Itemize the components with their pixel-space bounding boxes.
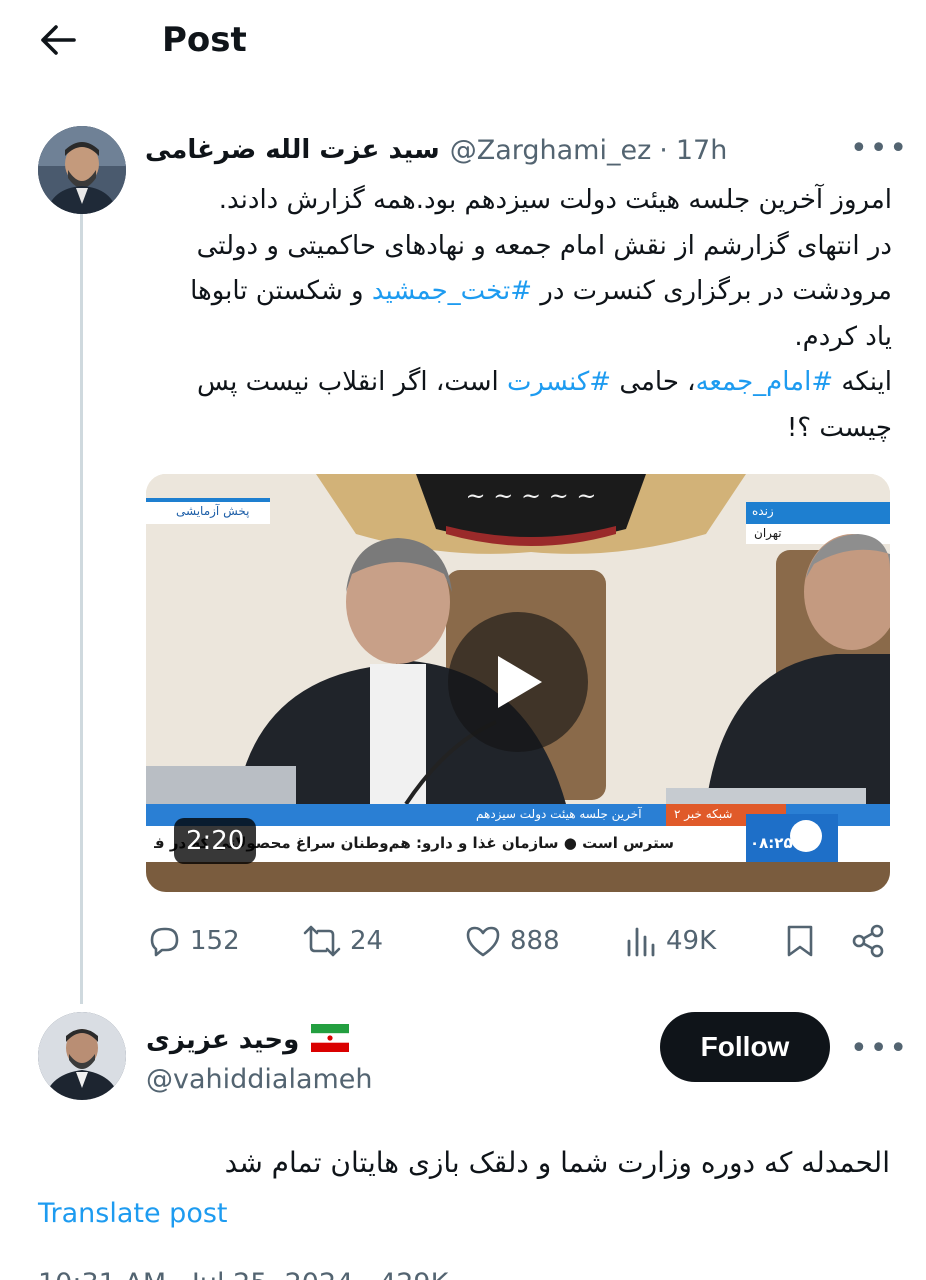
hashtag-link[interactable]: #امام_جمعه <box>696 367 834 397</box>
author-name[interactable]: سید عزت الله ضرغامی <box>145 135 440 165</box>
video-duration: 2:20 <box>174 818 257 864</box>
reply-author-row: وحید عزیزی <box>146 1020 350 1060</box>
repost-icon <box>303 925 341 957</box>
share-icon <box>852 924 884 958</box>
header-bar: Post <box>0 0 926 82</box>
play-button[interactable] <box>448 612 588 752</box>
tweet-actions: 152 24 888 49K <box>146 916 896 966</box>
views-button[interactable]: 49K <box>624 916 716 966</box>
video-banner-text: آخرین جلسه هیئت دولت سیزدهم <box>476 807 642 821</box>
video-clock: ۰۸:۲۵ <box>750 834 793 852</box>
tweet-line: مرودشت در برگزاری کنسرت در #تخت_جمشید و … <box>190 276 892 306</box>
video-label-live: زنده <box>752 504 774 518</box>
hashtag-link[interactable]: #تخت_جمشید <box>372 276 532 306</box>
translate-post-link[interactable]: Translate post <box>38 1194 228 1234</box>
tweet-line: امروز آخرین جلسه هیئت دولت سیزدهم بود.هم… <box>218 185 892 215</box>
tweet-body: امروز آخرین جلسه هیئت دولت سیزدهم بود.هم… <box>140 178 892 451</box>
reply-icon <box>150 927 179 957</box>
reply-author-avatar[interactable] <box>38 1012 126 1100</box>
separator-dot: · <box>659 134 668 166</box>
reply-author-name[interactable]: وحید عزیزی <box>146 1025 299 1055</box>
svg-text:~ ~ ~ ~ ~: ~ ~ ~ ~ ~ <box>465 482 596 510</box>
author-handle[interactable]: @Zarghami_ez <box>450 135 652 166</box>
video-label-city: تهران <box>754 526 782 540</box>
like-count: 888 <box>510 926 560 956</box>
reply-more-options-icon[interactable]: ••• <box>850 1034 909 1064</box>
hashtag-link[interactable]: #کنسرت <box>507 367 611 397</box>
repost-count: 24 <box>350 926 384 956</box>
thread-connector-line <box>80 214 83 1004</box>
heart-icon <box>466 926 500 957</box>
reply-count: 152 <box>190 926 240 956</box>
video-label-test: پخش آزمایشی <box>176 504 250 518</box>
author-avatar[interactable] <box>38 126 126 214</box>
tweet-header: سید عزت الله ضرغامی @Zarghami_ez · 17h <box>145 128 895 172</box>
views-chart-icon <box>627 927 655 957</box>
post-time[interactable]: 17h <box>676 135 727 166</box>
like-button[interactable]: 888 <box>464 916 560 966</box>
page-title: Post <box>162 20 247 60</box>
follow-button[interactable]: Follow <box>660 1012 830 1082</box>
iran-flag-icon <box>311 1024 350 1056</box>
arrow-left-icon <box>41 25 76 55</box>
share-button[interactable] <box>850 916 886 966</box>
tweet-line: چیست ؟! <box>786 412 892 443</box>
more-options-icon[interactable]: ••• <box>850 134 909 164</box>
play-icon <box>498 656 542 708</box>
reply-author-handle[interactable]: @vahiddialameh <box>146 1060 373 1100</box>
tweet-line: اینکه #امام_جمعه، حامی #کنسرت است، اگر ا… <box>197 367 892 397</box>
video-channel-label: شبکه خبر ۲ <box>674 807 733 821</box>
reply-button[interactable]: 152 <box>146 916 240 966</box>
bookmark-icon <box>787 925 813 957</box>
bookmark-button[interactable] <box>784 916 816 966</box>
reply-timestamp: 10:31 AM · Jul 25, 2024 · 429K <box>38 1266 448 1280</box>
tweet-line: در انتهای گزارشم از نقش امام جمعه و نهاد… <box>196 230 892 261</box>
tweet-line: یاد کردم. <box>794 321 892 352</box>
back-button[interactable] <box>34 18 82 62</box>
views-count: 49K <box>666 926 717 956</box>
repost-button[interactable]: 24 <box>302 916 383 966</box>
reply-body: الحمدله که دوره وزارت شما و دلقک بازی ها… <box>224 1146 890 1179</box>
